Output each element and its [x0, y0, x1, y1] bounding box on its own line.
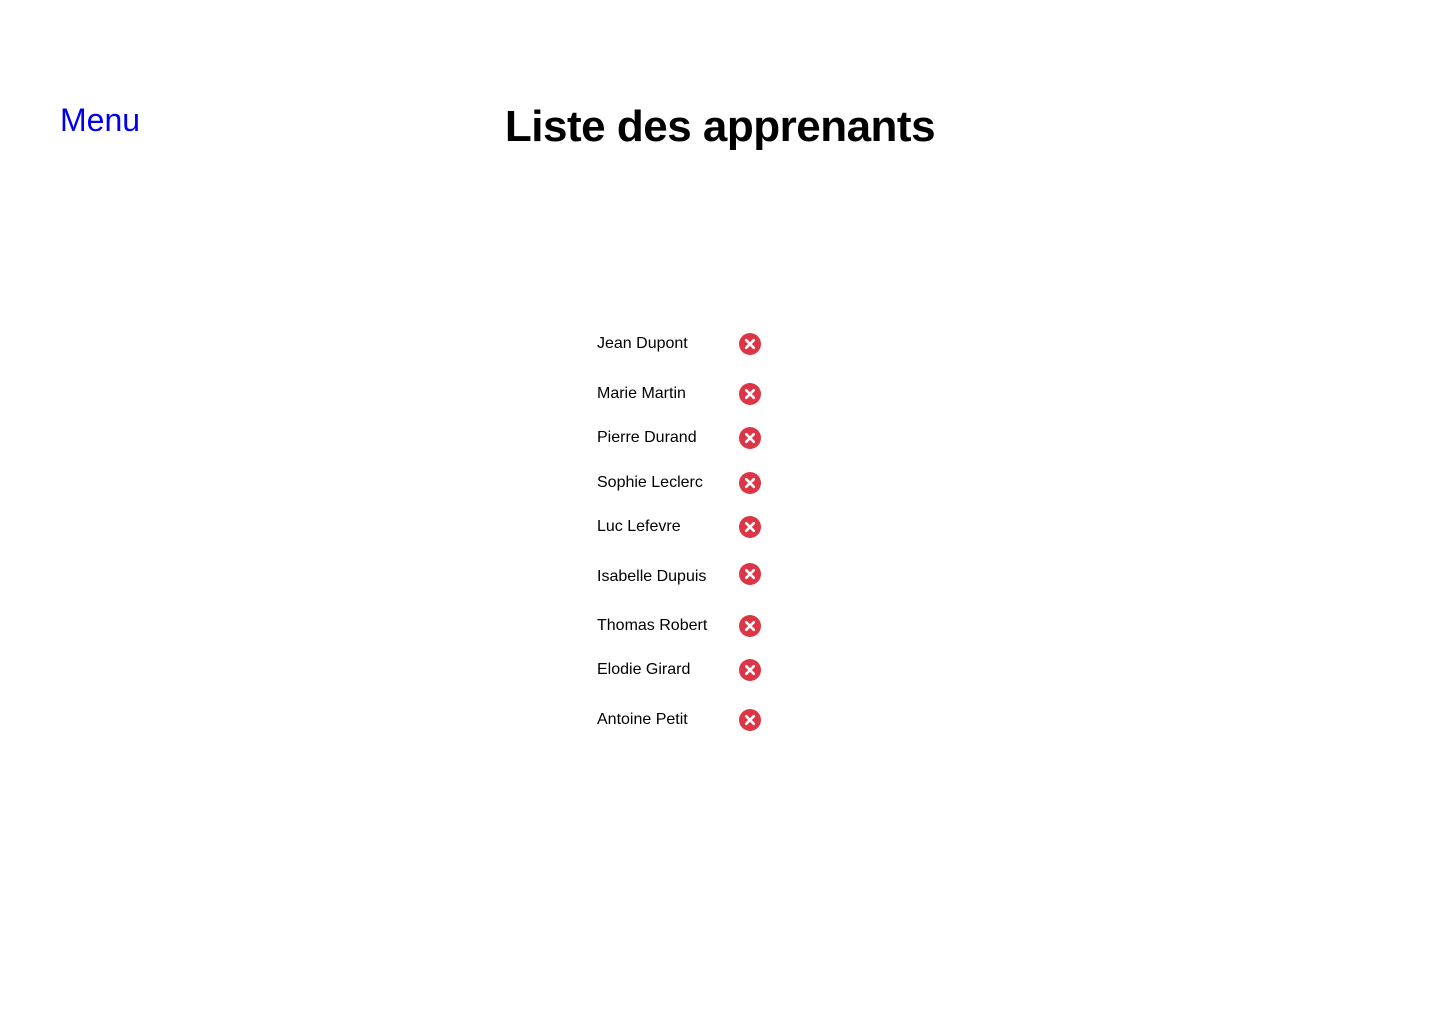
close-circle-icon — [739, 383, 761, 405]
delete-learner-button[interactable] — [739, 333, 761, 355]
list-item: Isabelle Dupuis — [597, 563, 767, 589]
delete-learner-button[interactable] — [739, 563, 761, 585]
list-item: Sophie Leclerc — [597, 471, 767, 495]
list-item: Thomas Robert — [597, 614, 767, 638]
learner-name: Pierre Durand — [597, 429, 697, 446]
list-item: Luc Lefevre — [597, 515, 767, 539]
list-item: Elodie Girard — [597, 658, 767, 682]
list-item: Antoine Petit — [597, 708, 767, 732]
delete-learner-button[interactable] — [739, 427, 761, 449]
delete-learner-button[interactable] — [739, 383, 761, 405]
delete-learner-button[interactable] — [739, 659, 761, 681]
close-circle-icon — [739, 615, 761, 637]
delete-learner-button[interactable] — [739, 516, 761, 538]
delete-learner-button[interactable] — [739, 472, 761, 494]
list-item: Pierre Durand — [597, 426, 767, 450]
close-circle-icon — [739, 472, 761, 494]
close-circle-icon — [739, 563, 761, 585]
learner-name: Antoine Petit — [597, 711, 688, 728]
learner-name: Thomas Robert — [597, 617, 708, 634]
learner-name: Elodie Girard — [597, 661, 691, 678]
learner-name: Marie Martin — [597, 385, 686, 402]
close-circle-icon — [739, 709, 761, 731]
learner-name: Sophie Leclerc — [597, 474, 703, 491]
close-circle-icon — [739, 427, 761, 449]
close-circle-icon — [739, 516, 761, 538]
close-circle-icon — [739, 659, 761, 681]
delete-learner-button[interactable] — [739, 709, 761, 731]
close-circle-icon — [739, 333, 761, 355]
learner-name: Isabelle Dupuis — [597, 568, 707, 585]
list-item: Marie Martin — [597, 382, 767, 406]
learner-name: Jean Dupont — [597, 335, 688, 352]
learner-name: Luc Lefevre — [597, 518, 681, 535]
list-item: Jean Dupont — [597, 332, 767, 356]
delete-learner-button[interactable] — [739, 615, 761, 637]
page-title: Liste des apprenants — [504, 102, 936, 151]
